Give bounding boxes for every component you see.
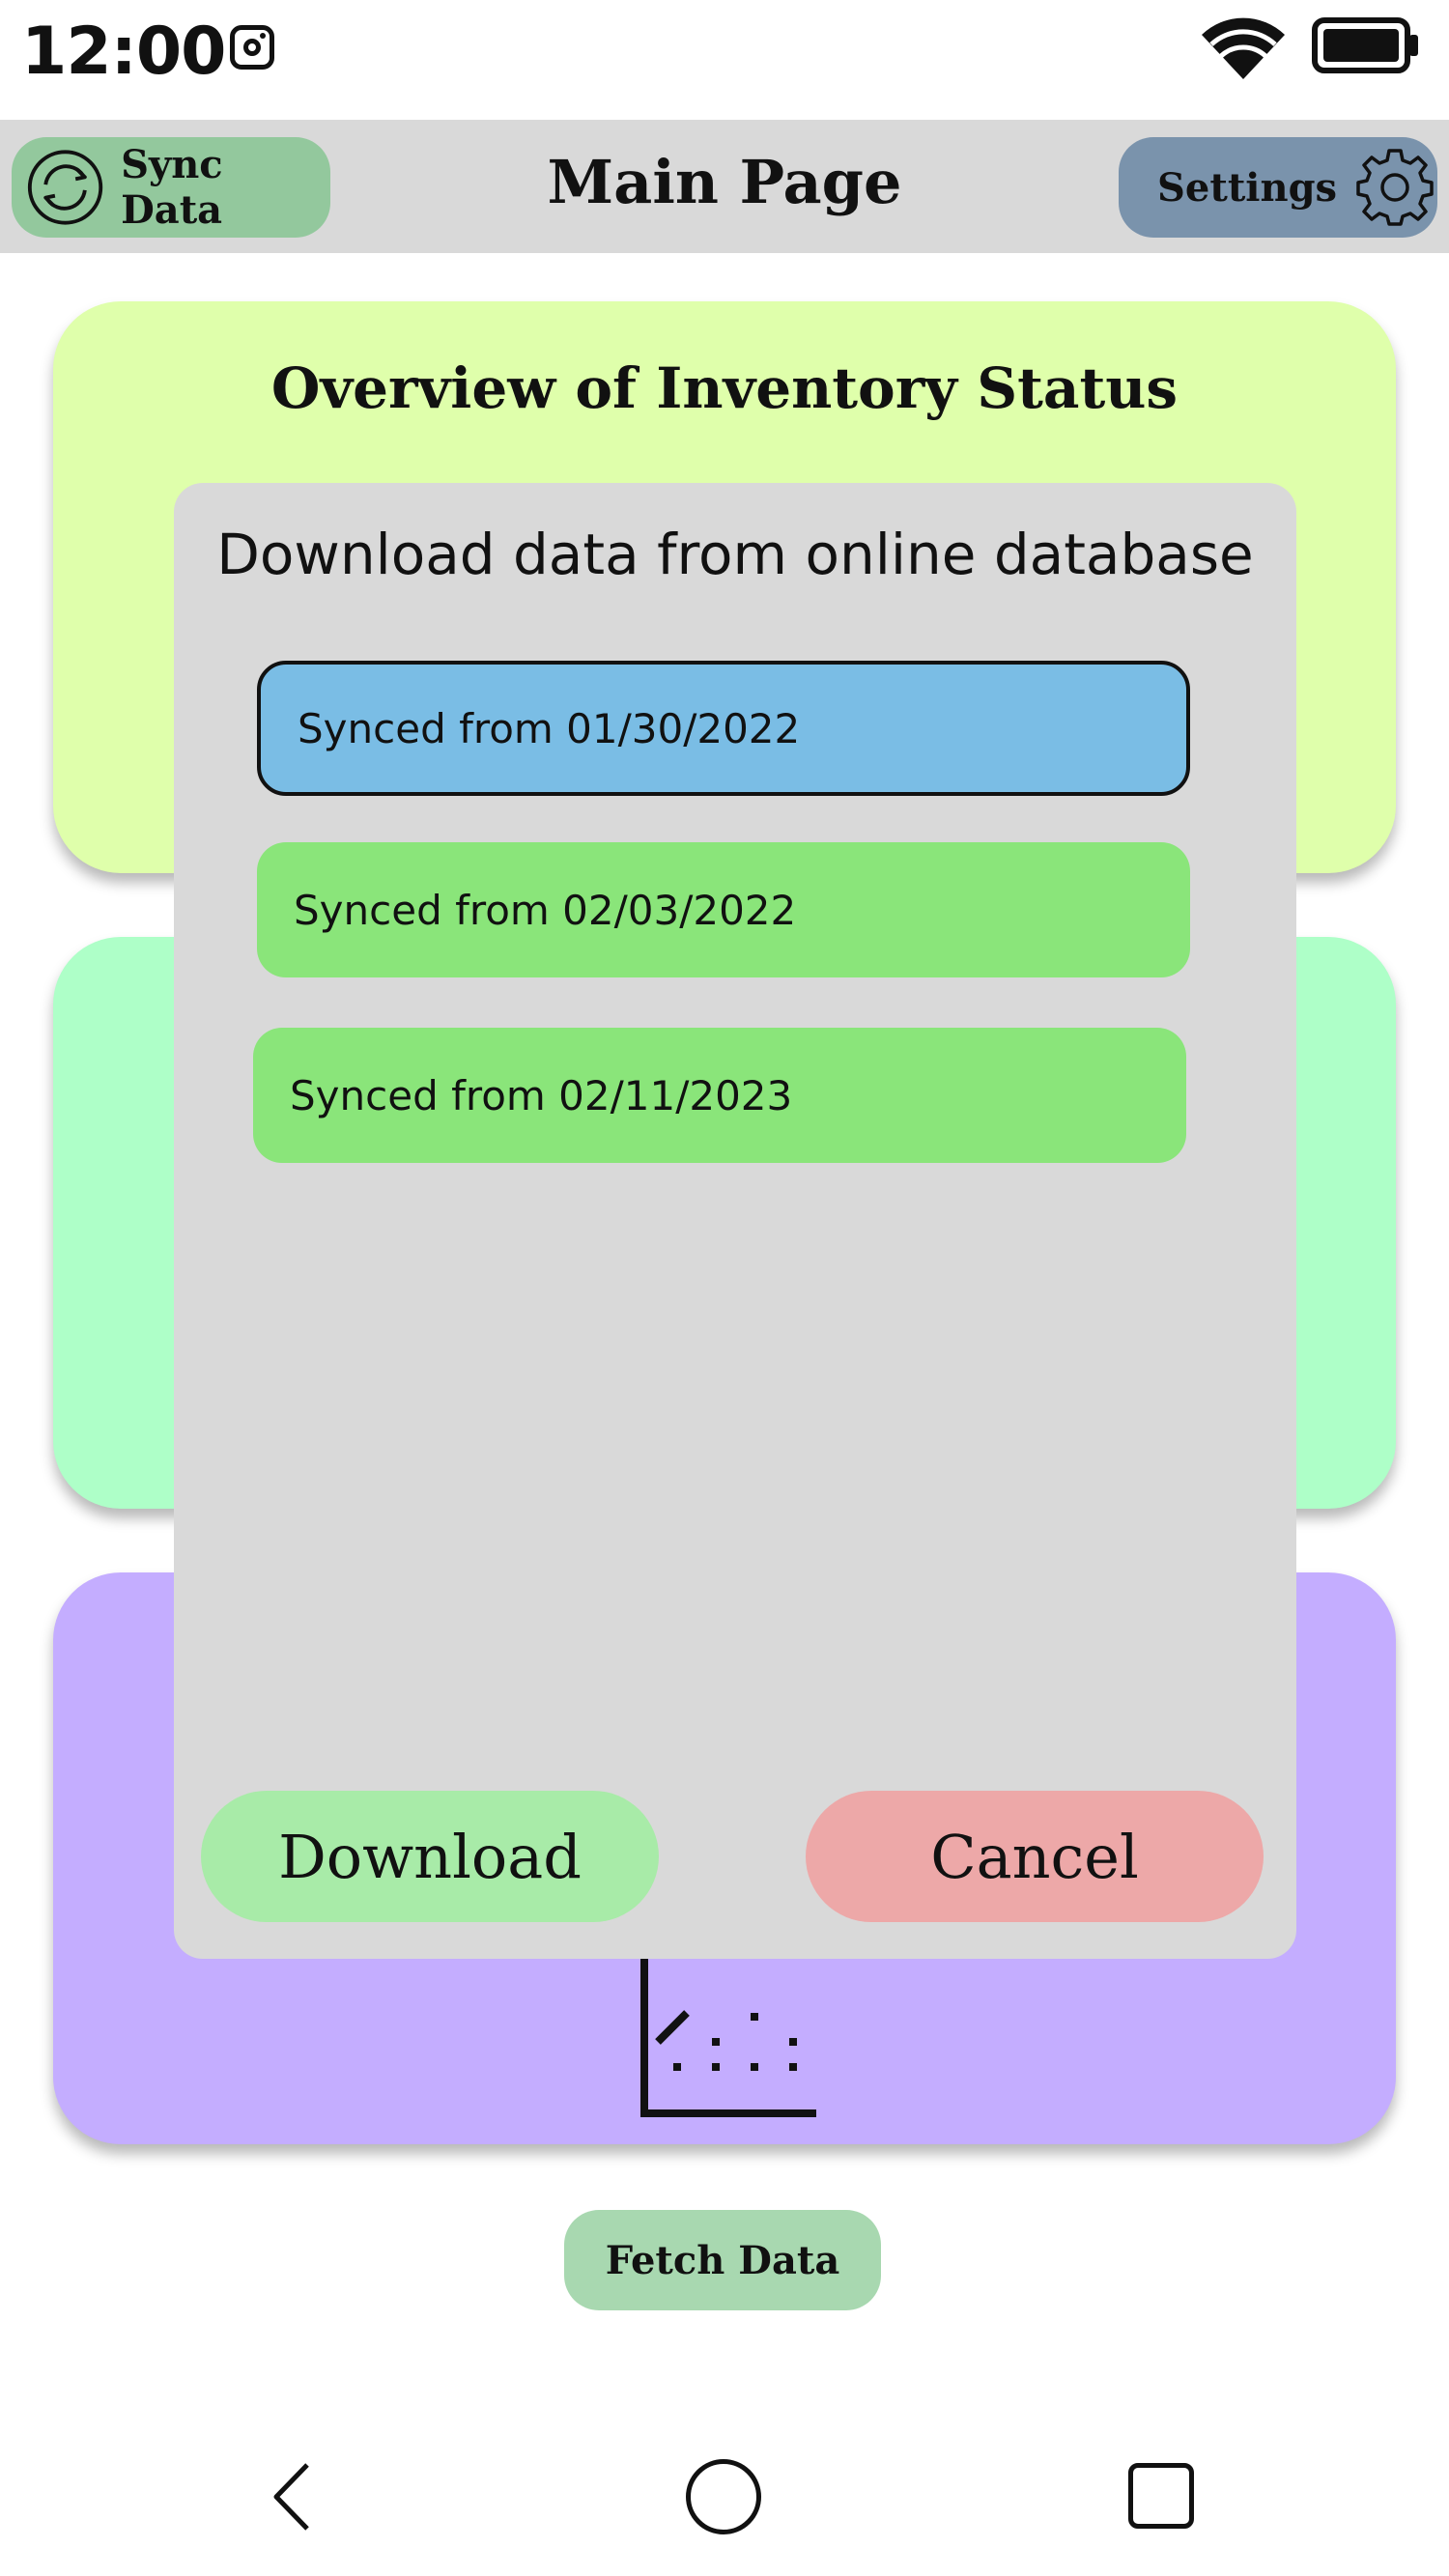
download-button[interactable]: Download xyxy=(201,1791,659,1922)
fetch-data-button[interactable]: Fetch Data xyxy=(564,2210,881,2310)
settings-button[interactable]: Settings xyxy=(1119,137,1437,238)
battery-icon xyxy=(1312,17,1418,73)
dialog-title: Download data from online database xyxy=(216,522,1254,587)
settings-label: Settings xyxy=(1157,164,1338,211)
instagram-icon xyxy=(230,25,274,70)
download-dialog: Download data from online database Synce… xyxy=(174,483,1296,1959)
wifi-icon xyxy=(1202,17,1285,80)
status-bar: 12:00 xyxy=(0,0,1449,120)
recent-apps-icon[interactable] xyxy=(1128,2463,1194,2529)
home-icon[interactable] xyxy=(686,2459,761,2534)
card-title: Overview of Inventory Status xyxy=(270,355,1179,421)
sync-option[interactable]: Synced from 02/11/2023 xyxy=(253,1028,1186,1163)
status-time: 12:00 xyxy=(21,14,226,90)
app-bar: Sync Data Main Page Settings xyxy=(0,120,1449,253)
back-icon[interactable] xyxy=(261,2463,328,2531)
sync-option[interactable]: Synced from 02/03/2022 xyxy=(257,842,1190,977)
sync-option-selected[interactable]: Synced from 01/30/2022 xyxy=(257,661,1190,796)
cancel-button[interactable]: Cancel xyxy=(806,1791,1264,1922)
gear-icon xyxy=(1356,149,1434,226)
